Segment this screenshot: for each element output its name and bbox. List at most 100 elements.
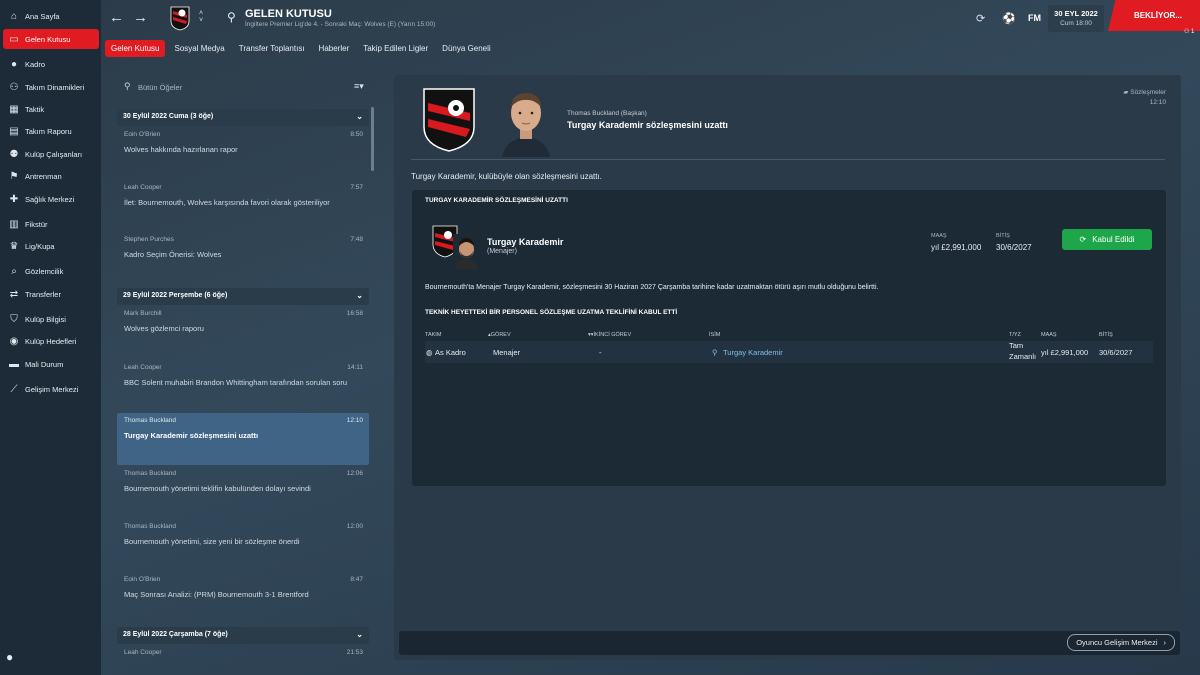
- message-time: 12:00: [346, 523, 363, 530]
- sidebar-item-label: Gözlemcilik: [25, 266, 64, 276]
- message-subject: İlet: Bournemouth, Wolves karşısında fav…: [124, 198, 330, 207]
- top-bar: ← → ˄ ˅ ⚲ GELEN KUTUSU İngiltere Premier …: [101, 0, 1200, 38]
- message-subject-title: Turgay Karademir sözleşmesini uzattı: [567, 120, 728, 130]
- column-header-name[interactable]: İSİM: [709, 332, 720, 338]
- finances-icon: ▬: [9, 358, 19, 370]
- sidebar-item-finances[interactable]: ▬ Mali Durum: [3, 354, 99, 374]
- day-group-header[interactable]: 29 Eylül 2022 Perşembe (6 öğe) ⌄: [117, 288, 369, 305]
- collapse-chevron-icon[interactable]: ⌄: [356, 630, 363, 639]
- list-item[interactable]: Stephen Purches 7:48 Kadro Seçim Önerisi…: [117, 232, 369, 284]
- development-icon: ⟋: [10, 383, 18, 395]
- category-label: Sözleşmeler: [1130, 89, 1166, 96]
- column-header-team[interactable]: TAKIM: [425, 332, 441, 338]
- sidebar-item-development[interactable]: ⟋ Gelişim Merkezi: [3, 379, 99, 399]
- sidebar-item-tactics[interactable]: ▦ Taktik: [3, 99, 99, 119]
- date-display[interactable]: 30 EYL 2022 Cum 18:00: [1048, 5, 1104, 32]
- tab-transfer-meeting[interactable]: Transfer Toplantısı: [239, 44, 305, 53]
- sidebar-item-staff[interactable]: ⚉ Kulüp Çalışanları: [3, 144, 99, 164]
- message-sender: Mark Burchill: [124, 310, 162, 317]
- message-sender: Thomas Buckland: [124, 417, 177, 424]
- sidebar-item-dynamics[interactable]: ⚇ Takım Dinamikleri: [3, 77, 99, 97]
- chairman-photo[interactable]: [498, 85, 554, 157]
- sidebar-item-training[interactable]: ⚑ Antrenman: [3, 166, 99, 186]
- tab-followed-leagues[interactable]: Takip Edilen Ligler: [363, 44, 428, 53]
- sidebar-item-team-report[interactable]: ▤ Takım Raporu: [3, 121, 99, 141]
- list-item[interactable]: Leah Cooper 21:53: [117, 645, 369, 675]
- game-menu-icon[interactable]: ⚽: [1002, 12, 1016, 25]
- sidebar-item-home[interactable]: ⌂ Ana Sayfa: [3, 6, 99, 26]
- back-arrow-icon[interactable]: ←: [109, 9, 124, 26]
- refresh-icon[interactable]: ⟳: [976, 12, 985, 25]
- list-item[interactable]: Leah Cooper 7:57 İlet: Bournemouth, Wolv…: [117, 180, 369, 232]
- sidebar-item-scouting[interactable]: ⌕ Gözlemcilik: [3, 261, 99, 281]
- sidebar-item-transfers[interactable]: ⇄ Transferler: [3, 284, 99, 304]
- filter-menu-icon[interactable]: ≡▾: [354, 81, 364, 92]
- club-switch-chevron-icon[interactable]: ˄ ˅: [199, 10, 203, 24]
- staff-photo[interactable]: [453, 234, 480, 269]
- club-badge-icon[interactable]: [170, 6, 190, 31]
- list-item-selected[interactable]: Thomas Buckland 12:10 Turgay Karademir s…: [117, 413, 369, 465]
- sidebar-item-label: Takım Dinamikleri: [25, 82, 85, 92]
- cell-role: Menajer: [493, 348, 521, 357]
- message-sender: Stephen Purches: [124, 236, 174, 243]
- inbox-search[interactable]: ⚲ Bütün Öğeler ≡▾: [118, 80, 374, 96]
- list-item[interactable]: Mark Burchill 16:58 Wolves gözlemci rapo…: [117, 306, 369, 358]
- sidebar-item-label: Antrenman: [25, 171, 62, 181]
- list-item[interactable]: Eoin O'Brien 8:47 Maç Sonrası Analizi: (…: [117, 572, 369, 624]
- trophy-icon: ♛: [9, 240, 19, 252]
- day-group-header[interactable]: 30 Eylül 2022 Cuma (3 öğe) ⌄: [117, 109, 369, 126]
- tab-inbox[interactable]: Gelen Kutusu: [105, 39, 166, 57]
- column-header-wage[interactable]: MAAŞ: [1041, 332, 1057, 338]
- day-group-header[interactable]: 28 Eylül 2022 Çarşamba (7 öğe) ⌄: [117, 627, 369, 644]
- club-badge-icon[interactable]: [422, 87, 476, 153]
- sidebar-item-club-vision[interactable]: ◉ Kulüp Hedefleri: [3, 331, 99, 351]
- continue-button[interactable]: BEKLİYOR...: [1108, 0, 1200, 31]
- sidebar-item-inbox[interactable]: ▭ Gelen Kutusu: [3, 29, 99, 49]
- list-scrollbar[interactable]: [371, 107, 374, 171]
- expiry-label: BİTİŞ: [996, 233, 1010, 239]
- message-subject: Wolves hakkında hazırlanan rapor: [124, 145, 238, 154]
- search-icon[interactable]: ⚲: [227, 10, 236, 24]
- accepted-button[interactable]: ⟳ Kabul Edildi: [1062, 229, 1152, 250]
- forward-arrow-icon[interactable]: →: [133, 9, 148, 26]
- column-header-role[interactable]: ▴GÖREV: [488, 332, 511, 338]
- staff-role: (Menajer): [487, 248, 517, 255]
- list-item[interactable]: Thomas Buckland 12:00 Bournemouth yöneti…: [117, 519, 369, 571]
- list-item[interactable]: Thomas Buckland 12:06 Bournemouth yöneti…: [117, 466, 369, 518]
- sidebar-item-club-info[interactable]: ⛉ Kulüp Bilgisi: [3, 309, 99, 329]
- fm-menu-button[interactable]: FM: [1028, 13, 1041, 23]
- sidebar-item-medical[interactable]: ✚ Sağlık Merkezi: [3, 189, 99, 209]
- column-header-type[interactable]: T/YZ: [1009, 332, 1021, 338]
- cell-name-link[interactable]: Turgay Karademir: [723, 348, 783, 357]
- collapse-chevron-icon[interactable]: ⌄: [356, 112, 363, 121]
- cell-type-line2: Zamanlı: [1009, 352, 1037, 361]
- column-header-expiry[interactable]: BİTİŞ: [1099, 332, 1113, 338]
- development-centre-button[interactable]: Oyuncu Gelişim Merkezi ›: [1067, 634, 1175, 651]
- sidebar-item-competitions[interactable]: ♛ Lig/Kupa: [3, 236, 99, 256]
- expiry-value: 30/6/2027: [996, 243, 1032, 252]
- message-sender: Leah Cooper: [124, 184, 162, 191]
- column-header-label: GÖREV: [490, 332, 511, 338]
- wage-label: MAAŞ: [931, 233, 947, 239]
- message-time: 14:11: [347, 364, 363, 371]
- message-from[interactable]: Thomas Buckland (Başkan): [567, 110, 647, 117]
- sidebar-item-squad[interactable]: ● Kadro: [3, 54, 99, 74]
- tab-news[interactable]: Haberler: [319, 44, 350, 53]
- card-paragraph: Bournemouth'ta Menajer Turgay Karademir,…: [425, 284, 879, 291]
- tab-social-media[interactable]: Sosyal Medya: [174, 44, 224, 53]
- table-row[interactable]: ◍ As Kadro Menajer - ⚲ Turgay Karademir …: [425, 341, 1153, 363]
- message-subject: Bournemouth yönetimi teklifin kabulünden…: [124, 484, 311, 493]
- column-header-second-role[interactable]: ▾▾İKİNCİ GÖREV: [588, 332, 631, 338]
- message-sender: Leah Cooper: [124, 364, 162, 371]
- message-time: 8:50: [350, 131, 363, 138]
- chat-icon[interactable]: ●: [6, 650, 13, 664]
- collapse-chevron-icon[interactable]: ⌄: [356, 291, 363, 300]
- staff-name[interactable]: Turgay Karademir: [487, 237, 563, 247]
- sidebar-item-fixtures[interactable]: ▥ Fikstür: [3, 214, 99, 234]
- section-title: TEKNİK HEYETTEKİ BİR PERSONEL SÖZLEŞME U…: [425, 309, 678, 316]
- contract-card: TURGAY KARADEMİR SÖZLEŞMESİNİ UZATTI Tur…: [412, 190, 1166, 486]
- list-item[interactable]: Leah Cooper 14:11 BBC Solent muhabiri Br…: [117, 360, 369, 412]
- wage-value: yıl £2,991,000: [931, 243, 982, 252]
- list-item[interactable]: Eoin O'Brien 8:50 Wolves hakkında hazırl…: [117, 127, 369, 179]
- tab-world[interactable]: Dünya Geneli: [442, 44, 490, 53]
